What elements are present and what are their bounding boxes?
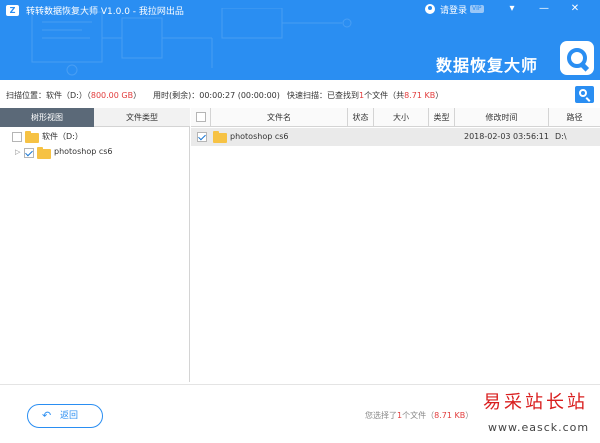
app-logo-icon: Z [6,5,19,16]
tab-tree-view[interactable]: 树形视图 [0,108,94,127]
found-size: 8.71 KB [404,91,436,100]
col-name[interactable]: 文件名 [211,108,348,127]
vip-badge: VIP [470,5,484,13]
tree-item-drive[interactable]: 软件（D:） [0,129,190,145]
watermark-url: www.easck.com [488,421,590,434]
close-button[interactable]: ✕ [566,1,584,17]
search-button[interactable] [575,86,594,103]
expand-arrow-icon[interactable]: ▷ [15,148,20,156]
brand-title: 数据恢复大师 [436,56,539,75]
file-list-header: 文件名 状态 大小 类型 修改时间 路径 [191,108,600,127]
back-label: 返回 [60,411,79,421]
tab-file-type[interactable]: 文件类型 [94,108,190,127]
tree-drive-checkbox[interactable] [12,132,22,142]
scan-info-bar: 扫描位置：软件（D:）（800.00 GB） 用时(剩余)：00:00:27 (… [0,84,600,106]
user-icon [425,4,435,14]
row-checkbox[interactable] [197,132,207,142]
tree-panel: 树形视图 文件类型 软件（D:） ▷ photoshop cs6 [0,108,190,382]
tree-folder-checkbox[interactable] [24,148,34,158]
tree-folder-label: photoshop cs6 [54,147,113,156]
col-size[interactable]: 大小 [374,108,429,127]
login-label: 请登录 [440,6,468,16]
app-title: 转转数据恢复大师 V1.0.0 - 我拉网出品 [26,7,184,17]
row-name: photoshop cs6 [230,132,289,141]
col-modified[interactable]: 修改时间 [455,108,549,127]
app-window: Z 转转数据恢复大师 V1.0.0 - 我拉网出品 请登录 VIP ▾ — ✕ … [0,0,600,443]
minimize-button[interactable]: — [535,1,553,17]
header-decoration [31,8,352,76]
back-button[interactable]: ↶ 返回 [27,404,103,428]
watermark-title: 易采站长站 [483,392,588,413]
tree-item-folder[interactable]: ▷ photoshop cs6 [0,145,190,161]
scan-result: 快速扫描：已查找到1个文件（共8.71 KB） [287,91,444,100]
col-type[interactable]: 类型 [429,108,455,127]
folder-icon [25,131,39,143]
col-status[interactable]: 状态 [348,108,374,127]
table-row[interactable]: photoshop cs6 2018-02-03 03:56:11 D:\ [191,128,600,146]
login-button[interactable]: 请登录 VIP [420,3,484,17]
row-modified: 2018-02-03 03:56:11 [464,132,549,141]
select-all-cell [191,108,211,127]
selected-size: 8.71 KB [434,411,466,420]
selection-status: 您选择了1个文件（8.71 KB） [365,411,474,420]
file-list: 文件名 状态 大小 类型 修改时间 路径 photoshop cs6 2018-… [191,108,600,382]
app-header: Z 转转数据恢复大师 V1.0.0 - 我拉网出品 请登录 VIP ▾ — ✕ … [0,0,600,80]
scan-location: 扫描位置：软件（D:）（800.00 GB） [6,91,142,100]
return-arrow-icon: ↶ [42,409,52,422]
menu-dropdown-button[interactable]: ▾ [503,1,521,17]
tree-drive-label: 软件（D:） [42,132,83,141]
col-path[interactable]: 路径 [549,108,600,127]
scan-time: 用时(剩余)：00:00:27 (00:00:00) [153,91,280,100]
brand-logo-icon [560,41,594,75]
folder-icon [37,147,51,159]
folder-icon [213,131,227,143]
row-path: D:\ [555,132,567,141]
select-all-checkbox[interactable] [196,112,206,122]
scan-location-size: 800.00 GB [90,91,134,100]
